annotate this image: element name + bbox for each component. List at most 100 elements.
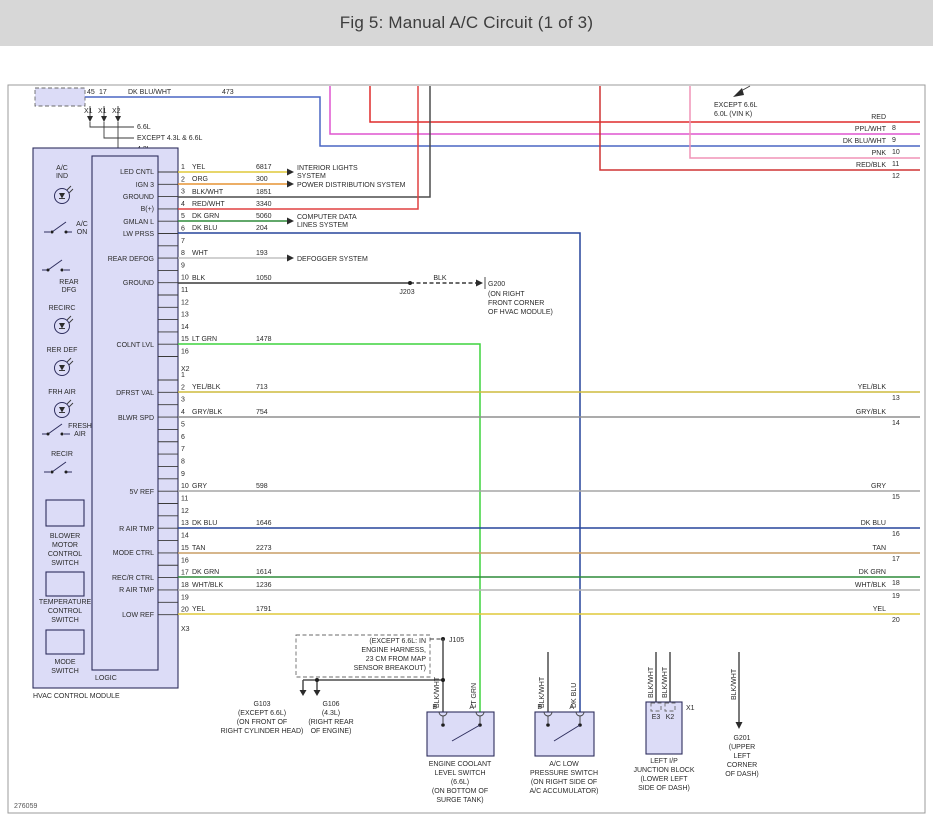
pin-number: 3 [181, 397, 185, 404]
circuit-number: 193 [256, 250, 268, 257]
logic-label: LOGIC [95, 675, 117, 682]
component-label: ON [77, 229, 88, 236]
pin-number: 8 [181, 250, 185, 257]
pin-label: REC/R CTRL [112, 575, 154, 582]
edge-number: 18 [892, 580, 900, 587]
pin-number: 6 [181, 226, 185, 233]
component-label: A/C [56, 165, 68, 172]
pin-number: 7 [181, 446, 185, 453]
edge-number: 8 [892, 125, 896, 132]
pin-number: 13 [181, 312, 189, 319]
ground-label: G106 [322, 701, 339, 708]
note-line: 23 CM FROM MAP [366, 656, 427, 663]
edge-number: 14 [892, 420, 900, 427]
ground-note: (RIGHT REAR [308, 719, 353, 726]
ground-note: OF ENGINE) [311, 728, 352, 735]
note-line: 6.0L (VIN K) [714, 111, 752, 118]
wire-label: BLK [192, 275, 206, 282]
wire-label: DK GRN [192, 569, 219, 576]
component-label: SWITCH [51, 560, 79, 567]
wire-label: YEL [873, 606, 886, 613]
system-label: COMPUTER DATA [297, 214, 357, 221]
pin-label: LED CNTL [120, 169, 154, 176]
ground-note: LEFT [733, 753, 751, 760]
ground-note: (UPPER [729, 744, 755, 751]
pin-number: 45 [87, 89, 95, 96]
component-note: A/C ACCUMULATOR) [530, 788, 599, 795]
pin-number: 5 [181, 213, 185, 220]
wire-label: WHT/BLK [192, 582, 223, 589]
edge-number: 9 [892, 137, 896, 144]
wire-label-vertical: BLK/WHT [648, 666, 655, 698]
component-label: A/C [76, 221, 88, 228]
edge-number: 19 [892, 593, 900, 600]
pin-number: 16 [181, 557, 189, 564]
pin-number: 18 [181, 582, 189, 589]
pin-number: 17 [181, 570, 189, 577]
pin-number: 2 [181, 384, 185, 391]
edge-number: 10 [892, 149, 900, 156]
wire-label: DK BLU [192, 225, 217, 232]
component-note: (ON BOTTOM OF [432, 788, 488, 795]
wire-label: BLK/WHT [192, 189, 224, 196]
wire-label: DK BLU/WHT [128, 89, 172, 96]
component-label: RER DEF [47, 347, 78, 354]
pin-label: GROUND [123, 280, 154, 287]
pin-number: 1 [181, 372, 185, 379]
pin-number: 15 [181, 336, 189, 343]
component-label: DFG [62, 287, 77, 294]
ground-note: RIGHT CYLINDER HEAD) [221, 728, 304, 735]
pin-label: MODE CTRL [113, 550, 154, 557]
pin-number: 12 [181, 508, 189, 515]
ground-note: OF DASH) [725, 771, 758, 778]
pin-number: 20 [181, 607, 189, 614]
edge-number: 13 [892, 395, 900, 402]
document-number: 276059 [14, 803, 37, 810]
pin-number: 14 [181, 324, 189, 331]
wire-label: YEL [192, 606, 205, 613]
wire-label: DK GRN [192, 213, 219, 220]
wire-label: DK BLU [861, 520, 886, 527]
connector-box [35, 88, 85, 106]
wire-label: ORG [192, 176, 208, 183]
junction-dot [441, 678, 445, 682]
wiring-diagram: 45 17 DK BLU/WHT 473 X1 X1 X2 6.6L EXCEP… [0, 0, 933, 837]
component-label: SWITCH [51, 668, 79, 675]
circuit-number: 6817 [256, 164, 272, 171]
pin-label: LOW REF [122, 612, 154, 619]
component-label: MODE [55, 659, 76, 666]
component-label: A/C LOW [549, 761, 579, 768]
component-label: PRESSURE SWITCH [530, 770, 598, 777]
system-label: DEFOGGER SYSTEM [297, 256, 368, 263]
edge-number: 17 [892, 556, 900, 563]
component-label: CONTROL [48, 608, 82, 615]
pin-number: 17 [99, 89, 107, 96]
component-label: JUNCTION BLOCK [633, 767, 694, 774]
pin-label: LW PRSS [123, 231, 154, 238]
pin-number: 14 [181, 533, 189, 540]
junction-dot [315, 678, 319, 682]
pin-number: 4 [181, 201, 185, 208]
circuit-number: 3340 [256, 201, 272, 208]
splice-label: J203 [399, 289, 414, 296]
pin-number: 7 [181, 238, 185, 245]
component-label: SWITCH [51, 617, 79, 624]
pin-number: 6 [181, 434, 185, 441]
component-label: FRESH [68, 423, 92, 430]
pin-number: 13 [181, 520, 189, 527]
pin-number: 9 [181, 262, 185, 269]
ground-note: (EXCEPT 6.6L) [238, 710, 286, 717]
component-label: LEVEL SWITCH [434, 770, 485, 777]
pin-label: R AIR TMP [119, 587, 154, 594]
edge-number: 20 [892, 617, 900, 624]
pin-label: B(+) [141, 206, 154, 213]
circuit-number: 300 [256, 176, 268, 183]
connector-designator: X1 [686, 705, 695, 712]
component-note: (ON RIGHT SIDE OF [531, 779, 597, 786]
splice-dot [408, 281, 412, 285]
variant-label: 6.6L [137, 124, 151, 131]
note-line: SENSOR BREAKOUT) [354, 665, 426, 672]
ground-note: CORNER [727, 762, 757, 769]
ground-note: (4.3L) [322, 710, 340, 717]
pin-label: BLWR SPD [118, 415, 154, 422]
